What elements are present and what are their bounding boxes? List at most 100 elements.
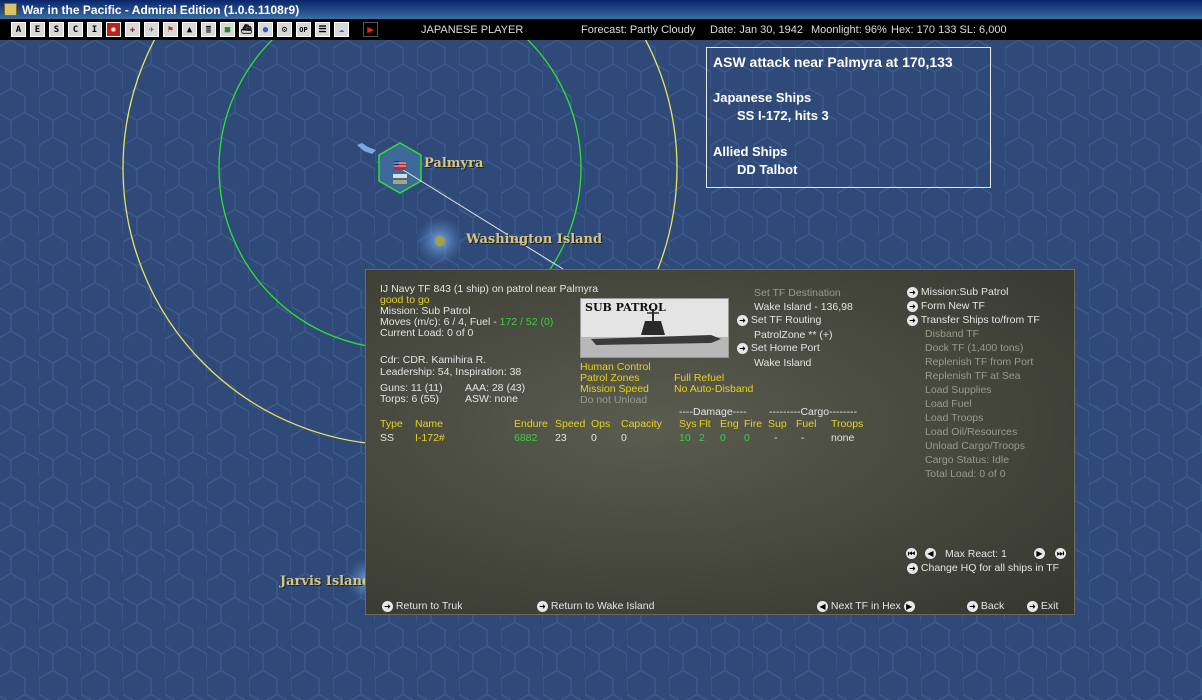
player-label: JAPANESE PLAYER (421, 24, 524, 36)
transfer-ships-command[interactable]: ➜ Transfer Ships to/from TF (907, 314, 1040, 326)
flag-icon[interactable]: ⚑ (163, 22, 178, 37)
damage-header: ----Damage---- (679, 406, 747, 418)
row-ship-name[interactable]: I-172# (415, 432, 445, 444)
do-not-unload-option[interactable]: Do not Unload (580, 394, 647, 406)
return-wake-button[interactable]: ➜ Return to Wake Island (537, 600, 654, 612)
col-type[interactable]: Type (380, 418, 403, 430)
mission-command-label: Mission:Sub Patrol (920, 286, 1009, 298)
load-troops-command[interactable]: Load Troops (925, 412, 983, 424)
arrow-right-icon: ➜ (967, 600, 978, 612)
transfer-ships-label: Transfer Ships to/from TF (920, 314, 1040, 326)
replenish-sea-command[interactable]: Replenish TF at Sea (925, 370, 1021, 382)
airgroups-button[interactable]: A (11, 22, 26, 37)
load-supplies-command[interactable]: Load Supplies (925, 384, 992, 396)
cargo-header: ---------Cargo-------- (769, 406, 858, 418)
ops-button[interactable]: OP (296, 22, 311, 37)
set-tf-routing-button[interactable]: ➜ Set TF Routing (737, 314, 821, 326)
replenish-port-command[interactable]: Replenish TF from Port (925, 356, 1033, 368)
tf-commander[interactable]: Cdr: CDR. Kamihira R. (380, 354, 486, 366)
exit-button[interactable]: ➜ Exit (1027, 600, 1058, 612)
arrow-left-icon: ◀ (925, 547, 936, 559)
moonlight-label: Moonlight: 96% (811, 24, 887, 36)
form-new-tf-label: Form New TF (920, 300, 985, 312)
home-port-value: Wake Island (754, 357, 812, 369)
palmyra-label[interactable]: Palmyra (424, 156, 483, 171)
convoy-button[interactable]: C (68, 22, 83, 37)
row-flt: 2 (699, 432, 705, 444)
arrow-right-icon: ➜ (907, 562, 918, 574)
col-troops[interactable]: Troops (831, 418, 863, 430)
row-eng: 0 (720, 432, 726, 444)
col-endure[interactable]: Endure (514, 418, 548, 430)
taskforce-panel: IJ Navy TF 843 (1 ship) on patrol near P… (365, 269, 1075, 615)
arrow-right-icon: ➜ (537, 600, 548, 612)
unit-icon[interactable]: ≣ (201, 22, 216, 37)
airplane-icon[interactable]: ✈ (144, 22, 159, 37)
max-react-last-button[interactable]: ⏭ (1055, 547, 1066, 559)
tf-current-load: Current Load: 0 of 0 (380, 327, 474, 339)
next-tf-button[interactable]: ◀ Next TF in Hex ▶ (817, 600, 915, 612)
arrow-right-icon: ▶ (903, 600, 915, 612)
back-label: Back (980, 600, 1005, 612)
max-react-first-button[interactable]: ⏮ (906, 547, 917, 559)
forecast-label: Forecast: Partly Cloudy (581, 24, 696, 36)
no-auto-disband-option[interactable]: No Auto-Disband (674, 383, 753, 395)
tf-leadership: Leadership: 54, Inspiration: 38 (380, 366, 522, 378)
cross-icon[interactable]: ✚ (125, 22, 140, 37)
col-fire[interactable]: Fire (744, 418, 762, 430)
col-sys[interactable]: Sys (679, 418, 697, 430)
row-ops: 0 (591, 432, 597, 444)
back-button[interactable]: ➜ Back (967, 600, 1004, 612)
total-load: Total Load: 0 of 0 (925, 468, 1006, 480)
skip-back-icon: ⏮ (906, 547, 917, 559)
disband-tf-command[interactable]: Disband TF (925, 328, 979, 340)
combat-title: ASW attack near Palmyra at 170,133 (713, 54, 953, 70)
col-fuel[interactable]: Fuel (796, 418, 816, 430)
taskforce-icon[interactable]: ⛴ (239, 22, 254, 37)
end-turn-play-icon[interactable]: ▶ (363, 22, 378, 37)
settings-icon[interactable]: ⚙ (277, 22, 292, 37)
cloud-icon[interactable]: ☁ (334, 22, 349, 37)
load-fuel-command[interactable]: Load Fuel (925, 398, 972, 410)
set-home-port-button[interactable]: ➜ Set Home Port (737, 342, 820, 354)
change-hq-label: Change HQ for all ships in TF (920, 562, 1060, 574)
col-ops[interactable]: Ops (591, 418, 610, 430)
unload-cargo-command[interactable]: Unload Cargo/Troops (925, 440, 1025, 452)
col-sup[interactable]: Sup (768, 418, 787, 430)
window-title: War in the Pacific - Admiral Edition (1.… (22, 2, 300, 17)
dock-tf-command[interactable]: Dock TF (1,400 tons) (925, 342, 1023, 354)
change-hq-command[interactable]: ➜ Change HQ for all ships in TF (907, 562, 1059, 574)
info-button[interactable]: I (87, 22, 102, 37)
max-react-value: Max React: 1 (945, 548, 1007, 560)
list-icon[interactable]: ☰ (315, 22, 330, 37)
skip-forward-icon: ⏭ (1055, 547, 1066, 559)
mission-command[interactable]: ➜ Mission:Sub Patrol (907, 286, 1008, 298)
col-eng[interactable]: Eng (720, 418, 739, 430)
max-react-decrease-button[interactable]: ◀ (925, 547, 936, 559)
rising-sun-icon[interactable]: ✺ (106, 22, 121, 37)
hq-icon[interactable]: ■ (220, 22, 235, 37)
patrol-zone-value[interactable]: PatrolZone ** (+) (754, 329, 833, 341)
jarvis-island-label[interactable]: Jarvis Island (280, 574, 371, 589)
return-wake-label: Return to Wake Island (550, 600, 655, 612)
col-speed[interactable]: Speed (555, 418, 585, 430)
base-icon[interactable]: ▲ (182, 22, 197, 37)
arrow-right-icon: ➜ (907, 300, 918, 312)
col-name[interactable]: Name (415, 418, 443, 430)
ships-button[interactable]: S (49, 22, 64, 37)
max-react-increase-button[interactable]: ▶ (1034, 547, 1045, 559)
row-capacity: 0 (621, 432, 627, 444)
tf-destination-value: Wake Island - 136,98 (754, 301, 853, 313)
form-new-tf-command[interactable]: ➜ Form New TF (907, 300, 985, 312)
reports-button[interactable]: E (30, 22, 45, 37)
set-home-port-label: Set Home Port (750, 342, 820, 354)
globe-icon[interactable]: ● (258, 22, 273, 37)
col-flt[interactable]: Flt (699, 418, 711, 430)
return-truk-button[interactable]: ➜ Return to Truk (382, 600, 462, 612)
arrow-right-icon: ➜ (382, 600, 393, 612)
load-oil-command[interactable]: Load Oil/Resources (925, 426, 1017, 438)
col-capacity[interactable]: Capacity (621, 418, 662, 430)
row-sys: 10 (679, 432, 691, 444)
washington-island-label[interactable]: Washington Island (466, 232, 602, 247)
allied-ships-header: Allied Ships (713, 144, 788, 159)
